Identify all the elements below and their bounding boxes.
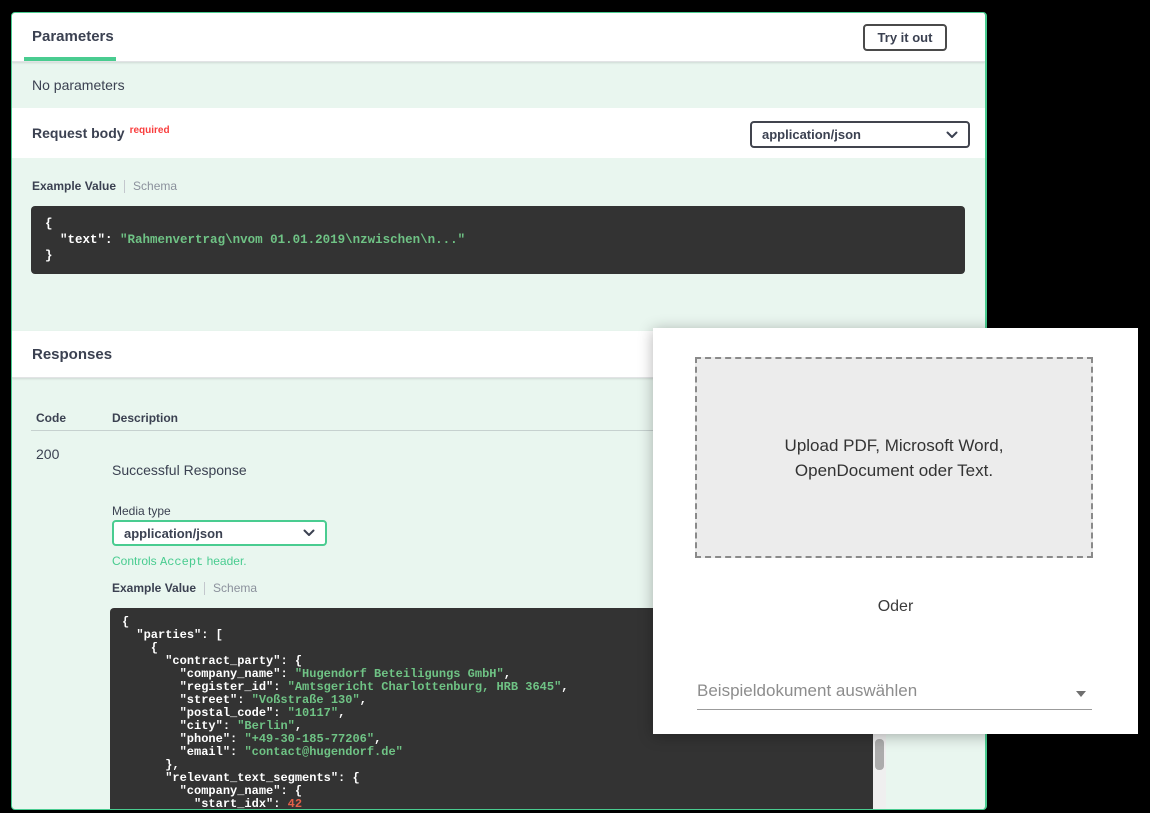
scrollbar-thumb[interactable] (875, 739, 884, 770)
try-it-out-button[interactable]: Try it out (863, 24, 947, 51)
request-content-type-value: application/json (762, 127, 861, 142)
parameters-header: Parameters Try it out (12, 13, 985, 62)
response-media-type-select[interactable]: application/json (112, 520, 327, 546)
response-description: Successful Response (112, 462, 247, 478)
upload-dropzone-text: Upload PDF, Microsoft Word, OpenDocument… (784, 435, 1004, 480)
tab-divider (124, 179, 126, 193)
tab-example-value[interactable]: Example Value (32, 179, 116, 193)
example-document-select[interactable]: Beispieldokument auswählen (697, 678, 1092, 710)
request-example-tabs: Example Value Schema (32, 179, 177, 193)
request-content-type-select[interactable]: application/json (750, 121, 970, 148)
request-example-code: { "text": "Rahmenvertrag\nvom 01.01.2019… (31, 206, 965, 274)
controls-accept-note: Controls Accept header. (112, 554, 247, 569)
media-type-label: Media type (112, 504, 171, 518)
tab-example-value[interactable]: Example Value (112, 581, 196, 595)
status-code: 200 (36, 446, 60, 462)
active-tab-underline (24, 57, 116, 61)
response-media-type-value: application/json (124, 525, 223, 541)
no-parameters-label: No parameters (32, 77, 125, 93)
responses-title: Responses (32, 346, 113, 363)
example-document-placeholder: Beispieldokument auswählen (697, 681, 918, 700)
chevron-down-icon (946, 131, 958, 139)
request-body-title: Request body required (32, 125, 170, 141)
screen-background: Parameters Try it out No parameters Requ… (0, 0, 1150, 813)
parameters-tab[interactable]: Parameters (32, 28, 114, 45)
tab-schema[interactable]: Schema (133, 179, 177, 193)
chevron-down-icon (303, 529, 315, 537)
code-column-header: Code (36, 411, 66, 425)
tab-divider (204, 581, 206, 595)
or-separator-label: Oder (877, 598, 914, 615)
tab-schema[interactable]: Schema (213, 581, 257, 595)
upload-dialog: Upload PDF, Microsoft Word, OpenDocument… (653, 328, 1138, 734)
no-parameters-row: No parameters (12, 62, 985, 108)
required-badge: required (129, 125, 170, 136)
description-column-header: Description (112, 411, 179, 425)
response-example-tabs: Example Value Schema (112, 581, 257, 595)
dropdown-arrow-icon (1076, 691, 1086, 697)
upload-dropzone[interactable]: Upload PDF, Microsoft Word, OpenDocument… (695, 357, 1093, 558)
